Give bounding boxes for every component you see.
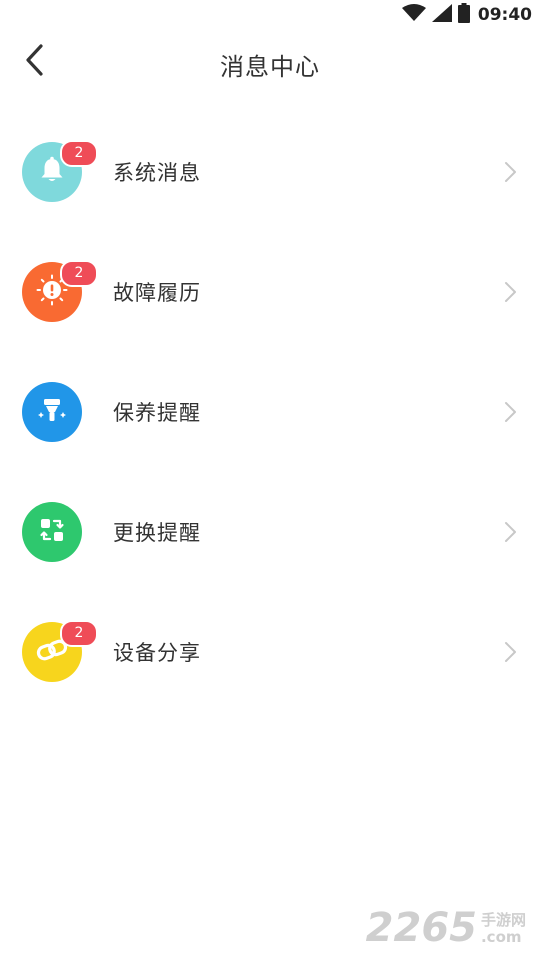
- list-item-label: 系统消息: [113, 161, 201, 185]
- list-item-maintenance-reminder[interactable]: 保养提醒: [0, 350, 540, 470]
- unread-badge: 2: [60, 140, 98, 167]
- chevron-right-icon: [500, 520, 520, 544]
- list-item-system-messages[interactable]: 2 系统消息: [0, 110, 540, 230]
- list-item-replacement-reminder[interactable]: 更换提醒: [0, 470, 540, 590]
- list-item-label: 故障履历: [113, 281, 201, 305]
- watermark-number: 2265: [365, 905, 477, 951]
- watermark-logo: 2265 手游网 .com: [366, 908, 526, 948]
- maintenance-icon-circle: [22, 382, 82, 442]
- chevron-right-icon: [500, 160, 520, 184]
- watermark-domain: .com: [480, 927, 522, 946]
- page-title: 消息中心: [220, 53, 320, 81]
- unread-badge: 2: [60, 260, 98, 287]
- status-bar: 09:40: [0, 0, 540, 30]
- chevron-right-icon: [500, 640, 520, 664]
- list-item-label: 更换提醒: [113, 521, 201, 545]
- watermark-site-name: 手游网: [480, 911, 526, 929]
- message-category-list: 2 系统消息 2 故障履历 保养提醒 更换提醒 2 设备分享: [0, 110, 540, 710]
- header: 消息中心: [0, 30, 540, 96]
- list-item-fault-history[interactable]: 2 故障履历: [0, 230, 540, 350]
- signal-icon: [431, 4, 452, 26]
- maintenance-icon: [36, 394, 68, 430]
- swap-icon: [37, 515, 67, 549]
- wifi-icon: [401, 4, 426, 26]
- unread-badge: 2: [60, 620, 98, 647]
- chevron-right-icon: [500, 400, 520, 424]
- list-item-label: 保养提醒: [113, 401, 201, 425]
- battery-icon: [457, 3, 470, 27]
- list-item-label: 设备分享: [113, 641, 201, 665]
- replacement-icon-circle: [22, 502, 82, 562]
- status-time: 09:40: [477, 5, 532, 25]
- status-icons: 09:40: [401, 3, 532, 27]
- list-item-device-share[interactable]: 2 设备分享: [0, 590, 540, 710]
- chevron-right-icon: [500, 280, 520, 304]
